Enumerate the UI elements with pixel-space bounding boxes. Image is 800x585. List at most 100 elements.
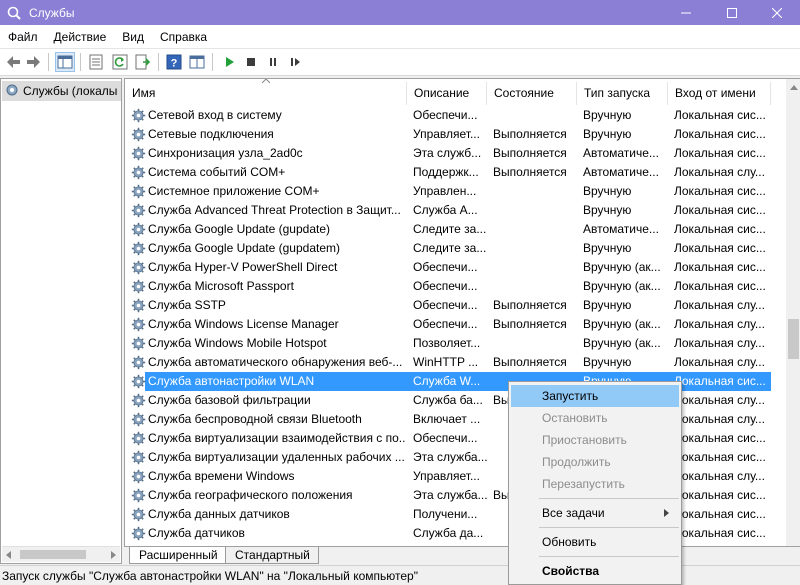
context-menu-all-tasks[interactable]: Все задачи — [511, 502, 679, 524]
column-header-description[interactable]: Описание — [407, 82, 487, 105]
service-gear-icon — [130, 410, 146, 429]
help-button[interactable]: ? — [164, 52, 184, 72]
column-header-name[interactable]: Имя — [125, 82, 407, 105]
tree-item-label: Службы (локалы — [23, 84, 118, 98]
table-row[interactable]: Служба SSTP Обеспечи... Выполняется Вручную… — [125, 296, 785, 315]
export-list-button[interactable] — [133, 52, 153, 72]
menu-view[interactable]: Вид — [114, 25, 152, 49]
start-service-button[interactable] — [219, 52, 239, 72]
tab-standard[interactable]: Стандартный — [225, 547, 319, 564]
view-button[interactable] — [187, 52, 207, 72]
table-row[interactable]: Системное приложение COM+ Управлен... Вруч… — [125, 182, 785, 201]
table-row[interactable]: Служба базовой фильтрации Служба ба... Вы Л… — [125, 391, 785, 410]
service-name: Служба датчиков — [148, 526, 245, 540]
properties-icon — [89, 54, 103, 70]
back-button[interactable] — [3, 52, 23, 72]
table-row[interactable]: Служба виртуализации удаленных рабочих .… — [125, 448, 785, 467]
menu-file[interactable]: Файл — [0, 25, 46, 49]
context-menu-pause[interactable]: Приостановить — [511, 429, 679, 451]
service-status — [493, 106, 581, 125]
service-name: Служба Google Update (gupdate) — [148, 222, 330, 236]
stop-service-button[interactable] — [241, 52, 261, 72]
service-gear-icon — [130, 505, 146, 524]
service-description: Служба А... — [413, 203, 478, 217]
properties-button[interactable] — [86, 52, 106, 72]
table-row[interactable]: Сетевой вход в систему Обеспечи... Вручную… — [125, 106, 785, 125]
table-row[interactable]: Служба Google Update (gupdate) Следите за… — [125, 220, 785, 239]
service-description: Управлен... — [413, 184, 477, 198]
list-vertical-scrollbar[interactable] — [786, 79, 800, 546]
service-description: Эта служба... — [413, 488, 488, 502]
console-tree-button[interactable] — [55, 52, 75, 72]
tab-extended[interactable]: Расширенный — [129, 547, 227, 564]
service-gear-icon — [130, 182, 146, 201]
context-menu-start[interactable]: Запустить — [511, 385, 679, 407]
menu-help[interactable]: Справка — [152, 25, 215, 49]
service-gear-icon — [130, 106, 146, 125]
column-header-startup-type[interactable]: Тип запуска — [577, 82, 668, 105]
refresh-button[interactable] — [110, 52, 130, 72]
service-name: Служба Windows Mobile Hotspot — [148, 336, 327, 350]
forward-button[interactable] — [24, 52, 44, 72]
service-log-on-as: Локальная сис... — [674, 184, 766, 198]
service-log-on-as: Локальная сис... — [674, 146, 766, 160]
resume-service-button[interactable] — [285, 52, 305, 72]
service-description: Обеспечи... — [413, 108, 478, 122]
maximize-button[interactable] — [709, 0, 755, 25]
column-header-status[interactable]: Состояние — [487, 82, 577, 105]
table-row[interactable]: Служба Windows Mobile Hotspot Позволяет..… — [125, 334, 785, 353]
export-list-icon — [135, 54, 151, 70]
context-menu-properties[interactable]: Свойства — [511, 560, 679, 582]
tree-item-services-local[interactable]: Службы (локалы — [2, 81, 121, 101]
service-startup-type: Вручную — [583, 127, 632, 141]
column-header-log-on-as[interactable]: Вход от имени — [668, 82, 771, 105]
close-button[interactable] — [754, 0, 800, 25]
service-log-on-as: Локальная сис... — [674, 450, 766, 464]
service-name: Служба автонастройки WLAN — [148, 374, 315, 388]
context-menu-stop[interactable]: Остановить — [511, 407, 679, 429]
context-menu-resume[interactable]: Продолжить — [511, 451, 679, 473]
service-description: Следите за... — [413, 241, 487, 255]
table-row[interactable]: Служба Google Update (gupdatem) Следите з… — [125, 239, 785, 258]
table-row[interactable]: Система событий COM+ Поддержк... Выполняет… — [125, 163, 785, 182]
service-log-on-as: Локальная сис... — [674, 241, 766, 255]
services-list-panel: Имя Описание Состояние Тип запуска Вход … — [124, 78, 800, 546]
tree-horizontal-scrollbar[interactable] — [2, 546, 120, 562]
submenu-arrow-icon — [664, 509, 669, 517]
table-row[interactable]: Служба данных датчиков Получени... Локальн… — [125, 505, 785, 524]
service-log-on-as: Локальная сис... — [674, 431, 766, 445]
table-row[interactable]: Служба автоматического обнаружения веб-.… — [125, 353, 785, 372]
table-row[interactable]: Служба автонастройки WLANСлужба W...Вруч… — [125, 372, 785, 391]
service-name: Синхронизация узла_2ad0c — [148, 146, 303, 160]
service-startup-type: Автоматиче... — [583, 222, 659, 236]
service-log-on-as: Локальная сис... — [674, 279, 766, 293]
table-row[interactable]: Служба датчиков Служба да... Локальная сис… — [125, 524, 785, 543]
table-row[interactable]: Служба беспроводной связи Bluetooth Включ… — [125, 410, 785, 429]
service-status — [493, 220, 581, 239]
menu-action[interactable]: Действие — [46, 25, 115, 49]
table-row[interactable]: Служба виртуализации взаимодействия с по… — [125, 429, 785, 448]
table-row[interactable]: Служба Windows License Manager Обеспечи..… — [125, 315, 785, 334]
service-gear-icon — [130, 144, 146, 163]
maximize-icon — [727, 7, 737, 18]
service-description: Обеспечи... — [413, 317, 478, 331]
service-startup-type: Вручную — [583, 355, 632, 369]
context-menu-refresh[interactable]: Обновить — [511, 531, 679, 553]
table-row[interactable]: Сетевые подключения Управляет... Выполняет… — [125, 125, 785, 144]
context-menu-restart[interactable]: Перезапустить — [511, 473, 679, 495]
service-gear-icon — [130, 239, 146, 258]
table-row[interactable]: Служба времени Windows Управляет... Локаль… — [125, 467, 785, 486]
table-row[interactable]: Служба Microsoft Passport Обеспечи... Вруч… — [125, 277, 785, 296]
refresh-icon — [112, 54, 128, 70]
table-row[interactable]: Служба географического положения Эта служ… — [125, 486, 785, 505]
table-row[interactable]: Синхронизация узла_2ad0c Эта служб... Выпо… — [125, 144, 785, 163]
service-status: Выполняется — [493, 355, 567, 369]
service-log-on-as: Локальная сис... — [674, 507, 766, 521]
minimize-button[interactable] — [663, 0, 709, 25]
pause-service-button[interactable] — [263, 52, 283, 72]
service-gear-icon — [130, 486, 146, 505]
table-row[interactable]: Служба Hyper-V PowerShell Direct Обеспечи… — [125, 258, 785, 277]
table-row[interactable]: Служба Advanced Threat Protection в Защи… — [125, 201, 785, 220]
service-name: Сетевые подключения — [148, 127, 274, 141]
service-name: Сетевой вход в систему — [148, 108, 282, 122]
